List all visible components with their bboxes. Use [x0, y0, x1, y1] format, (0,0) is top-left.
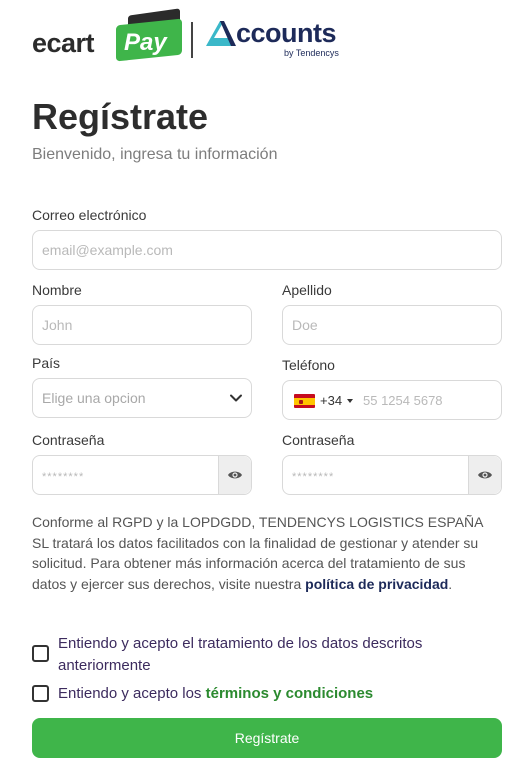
last-name-field-wrapper — [282, 305, 502, 345]
phone-label: Teléfono — [282, 357, 335, 373]
first-name-field-wrapper — [32, 305, 252, 345]
password-field-wrapper — [32, 455, 252, 495]
privacy-policy-link[interactable]: política de privacidad — [305, 576, 448, 592]
data-consent-label: Entiendo y acepto el tratamiento de los … — [58, 635, 423, 674]
country-select-value: Elige una opcion — [42, 390, 146, 406]
email-field[interactable] — [33, 231, 501, 269]
email-label: Correo electrónico — [32, 207, 147, 223]
page-subtitle: Bienvenido, ingresa tu información — [32, 146, 278, 163]
terms-link[interactable]: términos y condiciones — [206, 685, 374, 702]
pay-logo-text: Pay — [124, 29, 167, 56]
caret-down-icon[interactable] — [347, 399, 353, 403]
page-title: Regístrate — [32, 96, 209, 137]
dial-code[interactable]: +34 — [320, 393, 342, 408]
privacy-notice: Conforme al RGPD y la LOPDGDD, TENDENCYS… — [32, 512, 502, 594]
eye-icon — [228, 471, 242, 479]
privacy-notice-end: . — [448, 575, 453, 592]
accounts-logo-text: ccounts — [236, 18, 337, 48]
password-label: Contraseña — [32, 432, 105, 448]
ecart-logo-word: ecart — [32, 28, 95, 58]
last-name-field[interactable] — [283, 306, 501, 344]
accounts-byline: by Tendencys — [284, 48, 339, 58]
data-consent-row: Entiendo y acepto el tratamiento de los … — [32, 633, 472, 677]
register-button[interactable]: Regístrate — [32, 718, 502, 758]
phone-field-wrapper: +34 — [282, 380, 502, 420]
last-name-label: Apellido — [282, 282, 332, 298]
ecart-logo-text: ecart — [32, 28, 95, 59]
data-consent-checkbox[interactable] — [32, 645, 49, 662]
show-password-confirm-button[interactable] — [468, 456, 501, 494]
country-label: País — [32, 355, 61, 371]
country-select[interactable]: Elige una opcion — [32, 378, 252, 418]
chevron-down-icon — [230, 394, 242, 402]
first-name-field[interactable] — [33, 306, 251, 344]
email-field-wrapper — [32, 230, 502, 270]
terms-consent-prefix: Entiendo y acepto los — [58, 685, 206, 702]
password-confirm-label: Contraseña — [282, 432, 355, 448]
password-confirm-field[interactable] — [283, 456, 467, 494]
password-field[interactable] — [33, 456, 217, 494]
terms-consent-row: Entiendo y acepto los términos y condici… — [32, 683, 373, 705]
eye-icon — [478, 471, 492, 479]
spain-flag-icon[interactable] — [294, 394, 315, 408]
password-confirm-field-wrapper — [282, 455, 502, 495]
accounts-logo-icon — [206, 21, 236, 46]
terms-consent-checkbox[interactable] — [32, 685, 49, 702]
terms-consent-label: Entiendo y acepto los términos y condici… — [58, 683, 373, 705]
first-name-label: Nombre — [32, 282, 82, 298]
show-password-button[interactable] — [218, 456, 251, 494]
brand-logos: ecart Pay ccounts by Tendencys — [32, 8, 362, 62]
phone-field[interactable] — [359, 381, 501, 419]
logo-divider — [191, 22, 193, 58]
